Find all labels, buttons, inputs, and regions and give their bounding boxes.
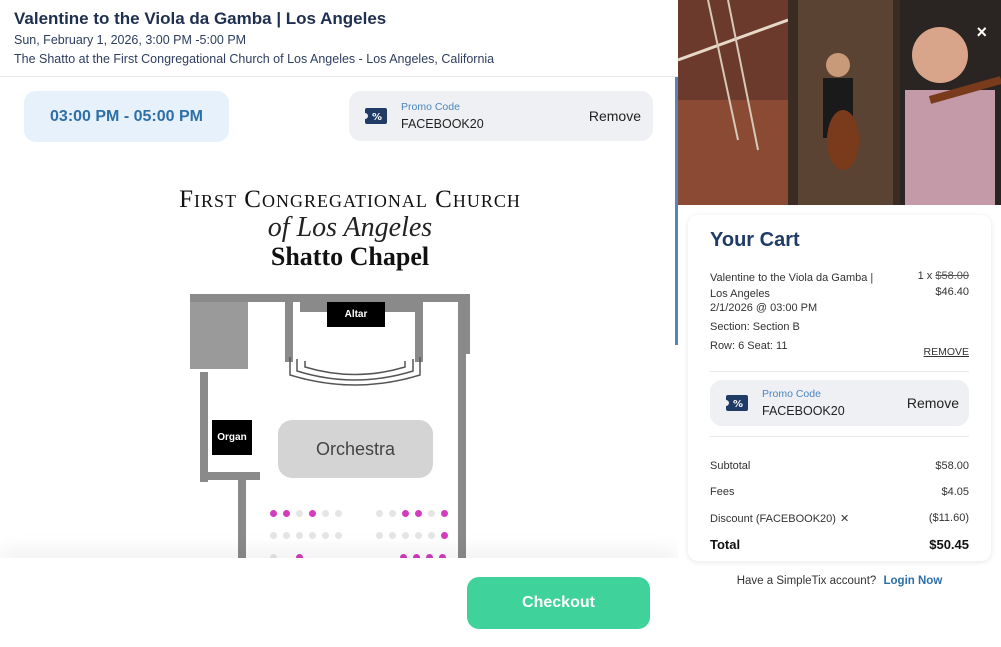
promo-code: FACEBOOK20 — [401, 116, 484, 131]
wall-block — [190, 294, 248, 369]
seat[interactable] — [441, 532, 448, 539]
venue-subtitle: of Los Angeles — [267, 212, 433, 243]
cart-item-section: Section: Section B — [710, 321, 800, 333]
total-label: Total — [710, 536, 741, 552]
seat[interactable] — [402, 510, 409, 517]
account-prompt: Have a SimpleTix account? Login Now — [678, 575, 1001, 587]
seat[interactable] — [322, 510, 329, 517]
fees-row: Fees $4.05 — [710, 479, 969, 505]
checkout-button[interactable]: Checkout — [467, 577, 650, 629]
seat[interactable] — [376, 532, 383, 539]
floor-plan: Altar Organ Orchestra — [190, 292, 490, 562]
promo-code: FACEBOOK20 — [762, 403, 845, 418]
event-title: Valentine to the Viola da Gamba | Los An… — [14, 9, 387, 28]
qty-text: 1 x — [917, 270, 936, 282]
seat[interactable] — [428, 532, 435, 539]
event-banner-image: × — [678, 0, 1001, 205]
seat[interactable] — [296, 532, 303, 539]
seat[interactable] — [415, 510, 422, 517]
seat[interactable] — [270, 532, 277, 539]
seat[interactable] — [389, 510, 396, 517]
seat[interactable] — [270, 510, 277, 517]
close-icon[interactable]: × — [976, 22, 987, 43]
discount-label-wrap: Discount (FACEBOOK20) ✕ — [710, 512, 849, 525]
event-date: Sun, February 1, 2026, 3:00 PM -5:00 PM — [14, 33, 247, 47]
seat[interactable] — [335, 510, 342, 517]
promo-ticket-icon: % — [726, 395, 748, 411]
fees-value: $4.05 — [941, 486, 969, 498]
cart-promo-remove-button[interactable]: Remove — [907, 395, 959, 411]
seat[interactable] — [309, 532, 316, 539]
login-now-link[interactable]: Login Now — [884, 575, 943, 587]
cart-card: Your Cart Valentine to the Viola da Gamb… — [688, 215, 991, 561]
original-price: $58.00 — [935, 270, 969, 282]
account-prompt-text: Have a SimpleTix account? — [736, 575, 877, 587]
remove-discount-icon[interactable]: ✕ — [840, 513, 849, 525]
cart-item-datetime: 2/1/2026 @ 03:00 PM — [710, 302, 818, 314]
photo-cellist — [788, 0, 900, 205]
cart-item-name: Valentine to the Viola da Gamba | Los An… — [710, 272, 874, 300]
cart-item-row-seat: Row: 6 Seat: 11 — [710, 340, 788, 352]
total-value: $50.45 — [929, 536, 969, 552]
subtotal-value: $58.00 — [935, 460, 969, 472]
seat[interactable] — [441, 510, 448, 517]
cart-item-remove-link[interactable]: REMOVE — [923, 346, 969, 358]
seat[interactable] — [415, 532, 422, 539]
seat[interactable] — [376, 510, 383, 517]
event-venue: The Shatto at the First Congregational C… — [14, 52, 495, 66]
organ-label: Organ — [212, 420, 252, 455]
cart-item: Valentine to the Viola da Gamba | Los An… — [710, 270, 969, 365]
subtotal-row: Subtotal $58.00 — [710, 453, 969, 479]
altar-steps — [289, 357, 421, 386]
discount-label: Discount (FACEBOOK20) — [710, 512, 836, 525]
seat[interactable] — [309, 510, 316, 517]
chapel-name: Shatto Chapel — [270, 242, 430, 271]
promo-label: Promo Code — [401, 100, 460, 113]
divider — [710, 436, 969, 437]
seat[interactable] — [389, 532, 396, 539]
promo-ticket-icon: % — [365, 108, 387, 124]
seat-map: First Congregational Church of Los Angel… — [130, 180, 570, 562]
altar-label: Altar — [327, 302, 385, 327]
promo-text: Promo Code FACEBOOK20 — [401, 101, 484, 132]
fees-label: Fees — [710, 486, 735, 498]
discount-row: Discount (FACEBOOK20) ✕ ($11.60) — [710, 505, 969, 531]
seat-selection-panel: Valentine to the Viola da Gamba | Los An… — [0, 0, 678, 647]
seat[interactable] — [335, 532, 342, 539]
promo-text: Promo Code FACEBOOK20 — [762, 388, 845, 419]
venue-title: First Congregational Church — [179, 186, 521, 213]
time-slot-button[interactable]: 03:00 PM - 05:00 PM — [24, 91, 229, 142]
promo-label: Promo Code — [762, 387, 821, 400]
wall-left-lower — [238, 477, 246, 562]
seat[interactable] — [428, 510, 435, 517]
seat[interactable] — [283, 510, 290, 517]
seat[interactable] — [296, 510, 303, 517]
svg-text:%: % — [372, 112, 382, 123]
wall-right — [458, 354, 466, 562]
cart-item-price: $46.40 — [935, 286, 969, 298]
divider — [710, 371, 969, 372]
wall-right-top — [458, 294, 470, 354]
subtotal-label: Subtotal — [710, 460, 751, 472]
photo-viola-bow — [678, 0, 788, 205]
seat[interactable] — [283, 532, 290, 539]
promo-code-box: % Promo Code FACEBOOK20 Remove — [349, 91, 653, 141]
cart-title: Your Cart — [710, 229, 800, 251]
svg-text:%: % — [733, 399, 743, 410]
cart-totals: Subtotal $58.00 Fees $4.05 Discount (FAC… — [710, 453, 969, 557]
total-row: Total $50.45 — [710, 531, 969, 557]
cart-panel: × Your Cart Valentine to the Viola da Ga… — [678, 0, 1001, 647]
seat[interactable] — [322, 532, 329, 539]
discount-value: ($11.60) — [928, 512, 969, 524]
cart-promo-box: % Promo Code FACEBOOK20 Remove — [710, 380, 969, 426]
wall-organ — [200, 472, 260, 480]
orchestra-section[interactable]: Orchestra — [278, 420, 433, 478]
seat[interactable] — [402, 532, 409, 539]
ticket-checkout-modal: Valentine to the Viola da Gamba | Los An… — [0, 0, 1001, 647]
wall-left — [200, 372, 208, 482]
promo-remove-button[interactable]: Remove — [589, 108, 641, 124]
event-header: Valentine to the Viola da Gamba | Los An… — [0, 0, 678, 77]
cart-item-qty: 1 x $58.00 — [918, 270, 969, 282]
